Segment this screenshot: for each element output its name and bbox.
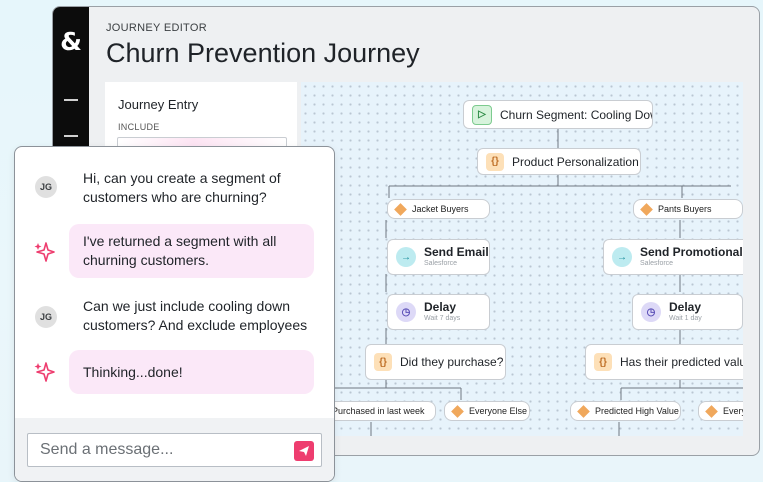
code-braces-icon: {}: [374, 353, 392, 371]
delay-subtitle: Wait 1 day: [669, 314, 702, 322]
send-promo-node[interactable]: → Send Promotional Ma Salesforce: [603, 239, 743, 275]
journey-canvas[interactable]: ▷ Churn Segment: Cooling Down {} Product…: [301, 82, 743, 436]
code-braces-icon: {}: [486, 152, 504, 171]
send-icon: [299, 446, 309, 456]
chat-message-assistant: I've returned a segment with all churnin…: [15, 224, 334, 278]
include-label: INCLUDE: [118, 122, 160, 132]
outcome-pill-high-value[interactable]: Predicted High Value: [570, 401, 681, 421]
root-segment-label: Churn Segment: Cooling Down: [500, 107, 653, 122]
decision-node-right[interactable]: {} Has their predicted value: [585, 344, 743, 380]
rail-nav-item[interactable]: [64, 99, 78, 101]
play-icon: ▷: [472, 104, 492, 125]
rail-nav-item[interactable]: [64, 135, 78, 137]
avatar: JG: [35, 306, 57, 328]
root-segment-node[interactable]: ▷ Churn Segment: Cooling Down: [463, 100, 653, 129]
chat-message-user: JG Can we just include cooling down cust…: [15, 295, 334, 339]
message-input-box[interactable]: [27, 433, 322, 467]
diamond-icon: [394, 202, 407, 216]
page-title: Churn Prevention Journey: [106, 38, 420, 68]
action-title: Send Promotional Ma: [640, 245, 743, 260]
delay-node-left[interactable]: ◷ Delay Wait 7 days: [387, 294, 490, 330]
send-button[interactable]: [294, 441, 314, 461]
delay-title: Delay: [424, 300, 457, 315]
outcome-pill-everyone[interactable]: Every: [698, 401, 743, 421]
send-arrow-icon: →: [612, 247, 632, 267]
diamond-icon: [451, 404, 464, 418]
clock-icon: ◷: [641, 302, 661, 322]
personalization-label: Product Personalization: [512, 154, 639, 169]
diamond-icon: [577, 404, 590, 418]
chat-footer: [15, 418, 334, 481]
chat-message-user: JG Hi, can you create a segment of custo…: [15, 167, 334, 211]
send-arrow-icon: →: [396, 247, 416, 267]
delay-subtitle: Wait 7 days: [424, 314, 461, 322]
entry-panel-title: Journey Entry: [118, 97, 199, 112]
sparkle-icon: [34, 362, 55, 382]
chat-message-assistant: Thinking...done!: [15, 350, 334, 394]
decision-node-left[interactable]: {} Did they purchase?: [365, 344, 506, 380]
outcome-label: Every: [723, 406, 743, 416]
send-email-node[interactable]: → Send Email Salesforce: [387, 239, 490, 275]
clock-icon: ◷: [396, 302, 416, 322]
diamond-icon: [640, 202, 653, 216]
page-eyebrow: JOURNEY EDITOR: [106, 22, 207, 34]
message-text: I've returned a segment with all churnin…: [83, 233, 277, 268]
decision-label: Did they purchase?: [400, 355, 504, 369]
action-title: Send Email: [424, 245, 489, 260]
segment-label: Pants Buyers: [658, 204, 712, 214]
outcome-pill-everyone-else[interactable]: Everyone Else: [444, 401, 530, 421]
diamond-icon: [705, 404, 718, 418]
personalization-node[interactable]: {} Product Personalization: [477, 148, 641, 175]
segment-pill-jacket-buyers[interactable]: Jacket Buyers: [387, 199, 490, 219]
outcome-label: Everyone Else: [469, 406, 528, 416]
segment-label: Jacket Buyers: [412, 204, 469, 214]
avatar: JG: [35, 176, 57, 198]
code-braces-icon: {}: [594, 353, 612, 371]
segment-pill-pants-buyers[interactable]: Pants Buyers: [633, 199, 743, 219]
delay-title: Delay: [669, 300, 702, 315]
app-logo[interactable]: &: [57, 27, 85, 56]
message-input[interactable]: [40, 440, 280, 460]
message-text: Can we just include cooling down custome…: [83, 298, 308, 333]
action-subtitle: Salesforce: [640, 259, 674, 267]
message-text: Thinking...done!: [83, 364, 183, 380]
message-text: Hi, can you create a segment of customer…: [83, 170, 281, 205]
outcome-pill-purchased[interactable]: Purchased in last week: [327, 401, 436, 421]
outcome-label: Predicted High Value: [595, 406, 679, 416]
outcome-label: Purchased in last week: [332, 406, 425, 416]
delay-node-right[interactable]: ◷ Delay Wait 1 day: [632, 294, 743, 330]
action-subtitle: Salesforce: [424, 259, 458, 267]
sparkle-icon: [34, 242, 55, 262]
chat-panel: JG Hi, can you create a segment of custo…: [14, 146, 335, 482]
decision-label: Has their predicted value: [620, 355, 743, 369]
